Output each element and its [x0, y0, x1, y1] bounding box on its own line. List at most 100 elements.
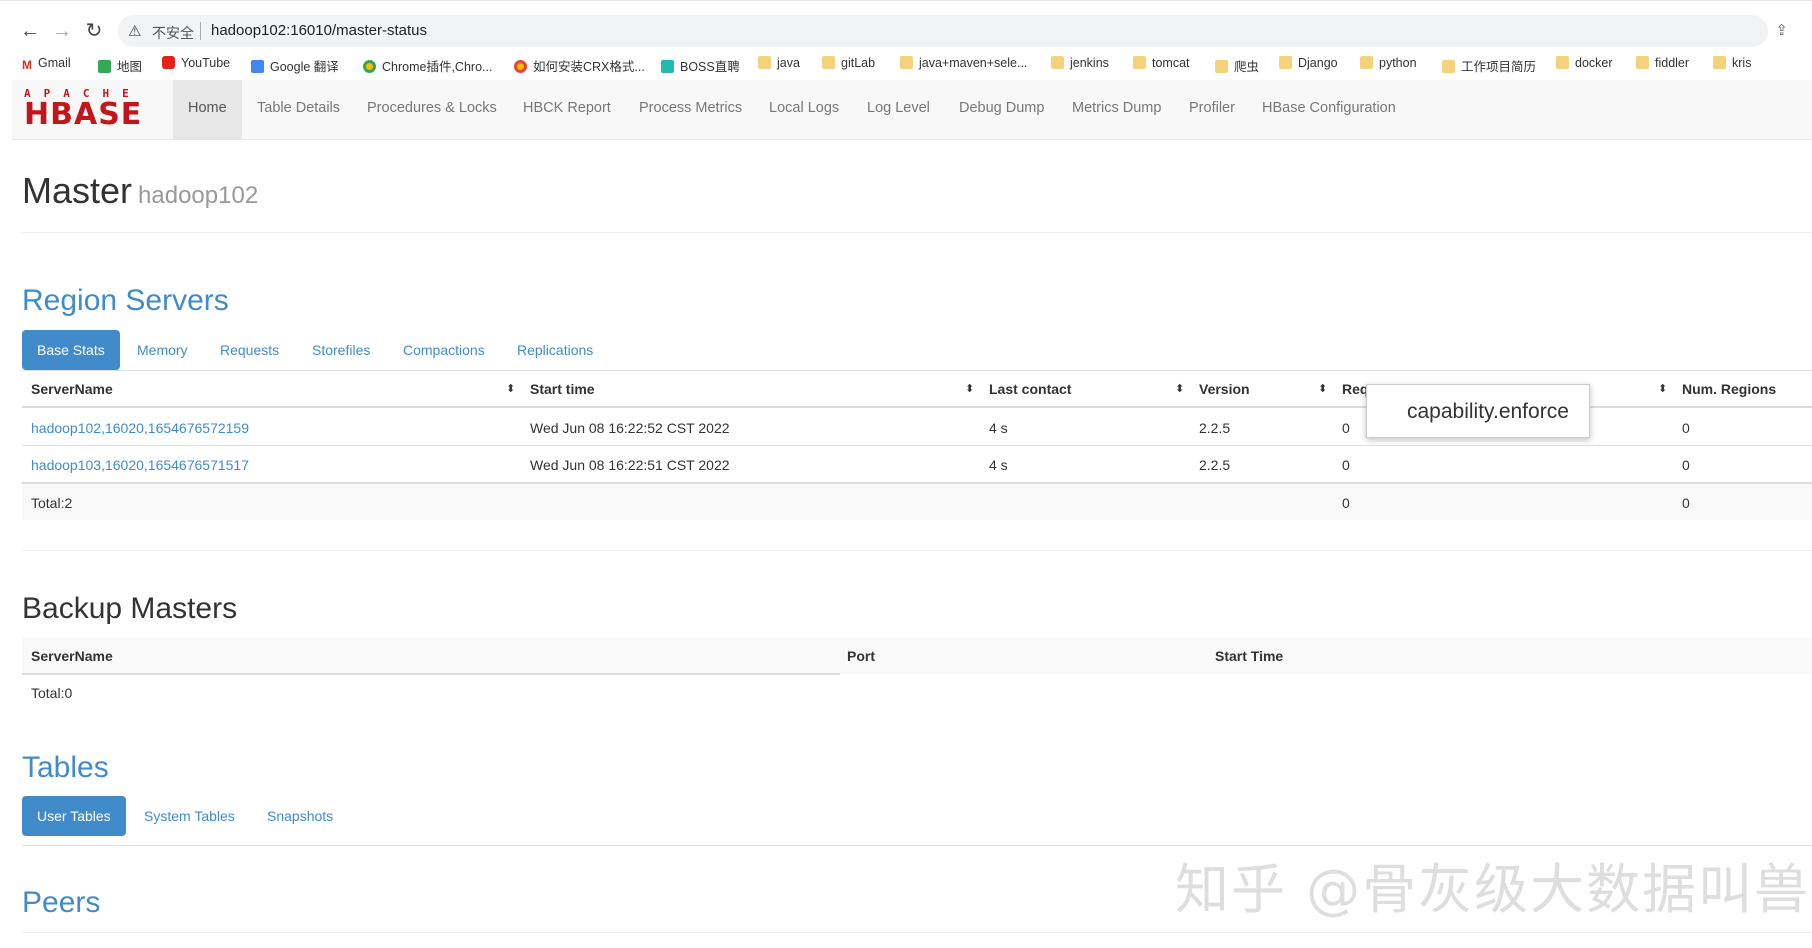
nav-home[interactable]: Home: [173, 80, 242, 140]
tab-user-tables[interactable]: User Tables: [22, 796, 126, 836]
tab-storefiles[interactable]: Storefiles: [297, 330, 385, 370]
nav-local-logs[interactable]: Local Logs: [769, 80, 839, 140]
forward-icon[interactable]: →: [50, 19, 74, 43]
peers-title: Peers: [22, 886, 101, 919]
nav-process-metrics[interactable]: Process Metrics: [639, 80, 742, 140]
tabs-divider: [22, 370, 1812, 371]
folder-icon: [1215, 60, 1228, 73]
col-requests[interactable]: Req: [1342, 381, 1368, 397]
tables-title: Tables: [22, 751, 109, 784]
sort-icon[interactable]: ⬍: [506, 382, 515, 395]
omnibox-separator: [200, 22, 201, 40]
row-divider: [22, 445, 1812, 446]
folder-icon: [1279, 56, 1292, 69]
header-divider: [22, 673, 840, 675]
nav-procedures-locks[interactable]: Procedures & Locks: [367, 80, 497, 140]
backup-total: Total:0: [31, 685, 73, 701]
sort-icon[interactable]: ⬍: [965, 382, 974, 395]
bookmark-docker[interactable]: docker: [1556, 56, 1613, 70]
bookmark-kris[interactable]: kris: [1713, 56, 1751, 70]
hbase-navbar: APACHE HBASE Home Table Details Procedur…: [12, 80, 1812, 140]
watermark: 知乎 @骨灰级大数据叫兽: [1175, 858, 1811, 921]
requests-cell: 0: [1342, 420, 1350, 436]
section-divider: [22, 932, 1812, 933]
bookmark-work-resume[interactable]: 工作项目简历: [1442, 56, 1536, 75]
total-requests: 0: [1342, 495, 1350, 511]
folder-icon: [900, 56, 913, 69]
tab-snapshots[interactable]: Snapshots: [252, 796, 348, 836]
page-title: Master hadoop102: [22, 170, 259, 211]
bookmark-jenkins[interactable]: jenkins: [1051, 56, 1109, 70]
translate-icon: [251, 60, 264, 73]
tab-system-tables[interactable]: System Tables: [129, 796, 250, 836]
folder-icon: [1360, 56, 1373, 69]
sort-icon[interactable]: ⬍: [1175, 382, 1184, 395]
maps-icon: [98, 60, 111, 73]
col-version[interactable]: Version: [1199, 381, 1250, 397]
tab-replications[interactable]: Replications: [502, 330, 608, 370]
nav-table-details[interactable]: Table Details: [257, 80, 340, 140]
tab-compactions[interactable]: Compactions: [388, 330, 500, 370]
start-time-cell: Wed Jun 08 16:22:52 CST 2022: [530, 420, 730, 436]
server-link[interactable]: hadoop102,16020,1654676572159: [31, 420, 249, 436]
version-cell: 2.2.5: [1199, 420, 1231, 436]
bookmark-java[interactable]: java: [758, 56, 800, 70]
bookmark-chrome-plugin[interactable]: Chrome插件,Chro...: [363, 56, 492, 75]
regions-cell: 0: [1682, 420, 1690, 436]
bookmark-youtube[interactable]: YouTube: [162, 56, 230, 70]
sort-icon[interactable]: ⬍: [1318, 382, 1327, 395]
col-servername: ServerName: [31, 648, 113, 664]
total-regions: 0: [1682, 495, 1690, 511]
col-port: Port: [847, 648, 875, 664]
bookmark-gmail[interactable]: M Gmail: [22, 56, 71, 72]
hbase-logo[interactable]: APACHE HBASE: [24, 88, 162, 132]
bookmarks-bar: M Gmail 地图 YouTube Google 翻译 Chrome插件,Chr…: [0, 52, 1812, 78]
nav-metrics-dump[interactable]: Metrics Dump: [1072, 80, 1161, 140]
nav-debug-dump[interactable]: Debug Dump: [959, 80, 1044, 140]
col-start-time[interactable]: Start time: [530, 381, 595, 397]
server-link[interactable]: hadoop103,16020,1654676571517: [31, 457, 249, 473]
col-num-regions[interactable]: Num. Regions: [1682, 381, 1776, 397]
address-bar[interactable]: ⚠ 不安全 hadoop102:16010/master-status: [118, 15, 1768, 47]
folder-icon: [1133, 56, 1146, 69]
warning-icon[interactable]: ⚠: [128, 22, 141, 40]
bookmark-maps[interactable]: 地图: [98, 56, 142, 75]
url-text[interactable]: hadoop102:16010/master-status: [211, 22, 427, 39]
nav-profiler[interactable]: Profiler: [1189, 80, 1235, 140]
bookmark-crawler[interactable]: 爬虫: [1215, 56, 1259, 75]
browser-toolbar: ← → ↻ ⚠ 不安全 hadoop102:16010/master-statu…: [0, 0, 1812, 56]
backup-masters-title: Backup Masters: [22, 592, 238, 625]
col-last-contact[interactable]: Last contact: [989, 381, 1071, 397]
chrome-icon: [514, 60, 527, 73]
regions-cell: 0: [1682, 457, 1690, 473]
tab-requests[interactable]: Requests: [205, 330, 294, 370]
bookmark-boss[interactable]: BOSS直聘: [661, 56, 740, 75]
boss-icon: [661, 60, 674, 73]
tab-memory[interactable]: Memory: [122, 330, 203, 370]
nav-hbck-report[interactable]: HBCK Report: [523, 80, 611, 140]
share-icon[interactable]: ⇪: [1775, 21, 1788, 39]
security-label[interactable]: 不安全: [152, 23, 194, 43]
back-icon[interactable]: ←: [18, 19, 42, 43]
nav-hbase-configuration[interactable]: HBase Configuration: [1262, 80, 1396, 140]
bookmark-translate[interactable]: Google 翻译: [251, 56, 339, 75]
folder-icon: [1442, 60, 1455, 73]
last-contact-cell: 4 s: [989, 420, 1008, 436]
bookmark-crx[interactable]: 如何安装CRX格式...: [514, 56, 645, 75]
bookmark-java-maven[interactable]: java+maven+sele...: [900, 56, 1027, 70]
section-divider: [22, 550, 1812, 551]
total-row: [22, 484, 1812, 520]
col-servername[interactable]: ServerName: [31, 381, 113, 397]
tab-base-stats[interactable]: Base Stats: [22, 330, 120, 370]
bookmark-python[interactable]: python: [1360, 56, 1417, 70]
bookmark-tomcat[interactable]: tomcat: [1133, 56, 1190, 70]
bookmark-gitlab[interactable]: gitLab: [822, 56, 875, 70]
youtube-icon: [162, 56, 175, 69]
folder-icon: [1636, 56, 1649, 69]
sort-icon[interactable]: ⬍: [1658, 382, 1667, 395]
nav-log-level[interactable]: Log Level: [867, 80, 930, 140]
last-contact-cell: 4 s: [989, 457, 1008, 473]
bookmark-django[interactable]: Django: [1279, 56, 1338, 70]
reload-icon[interactable]: ↻: [82, 19, 106, 43]
bookmark-fiddler[interactable]: fiddler: [1636, 56, 1689, 70]
